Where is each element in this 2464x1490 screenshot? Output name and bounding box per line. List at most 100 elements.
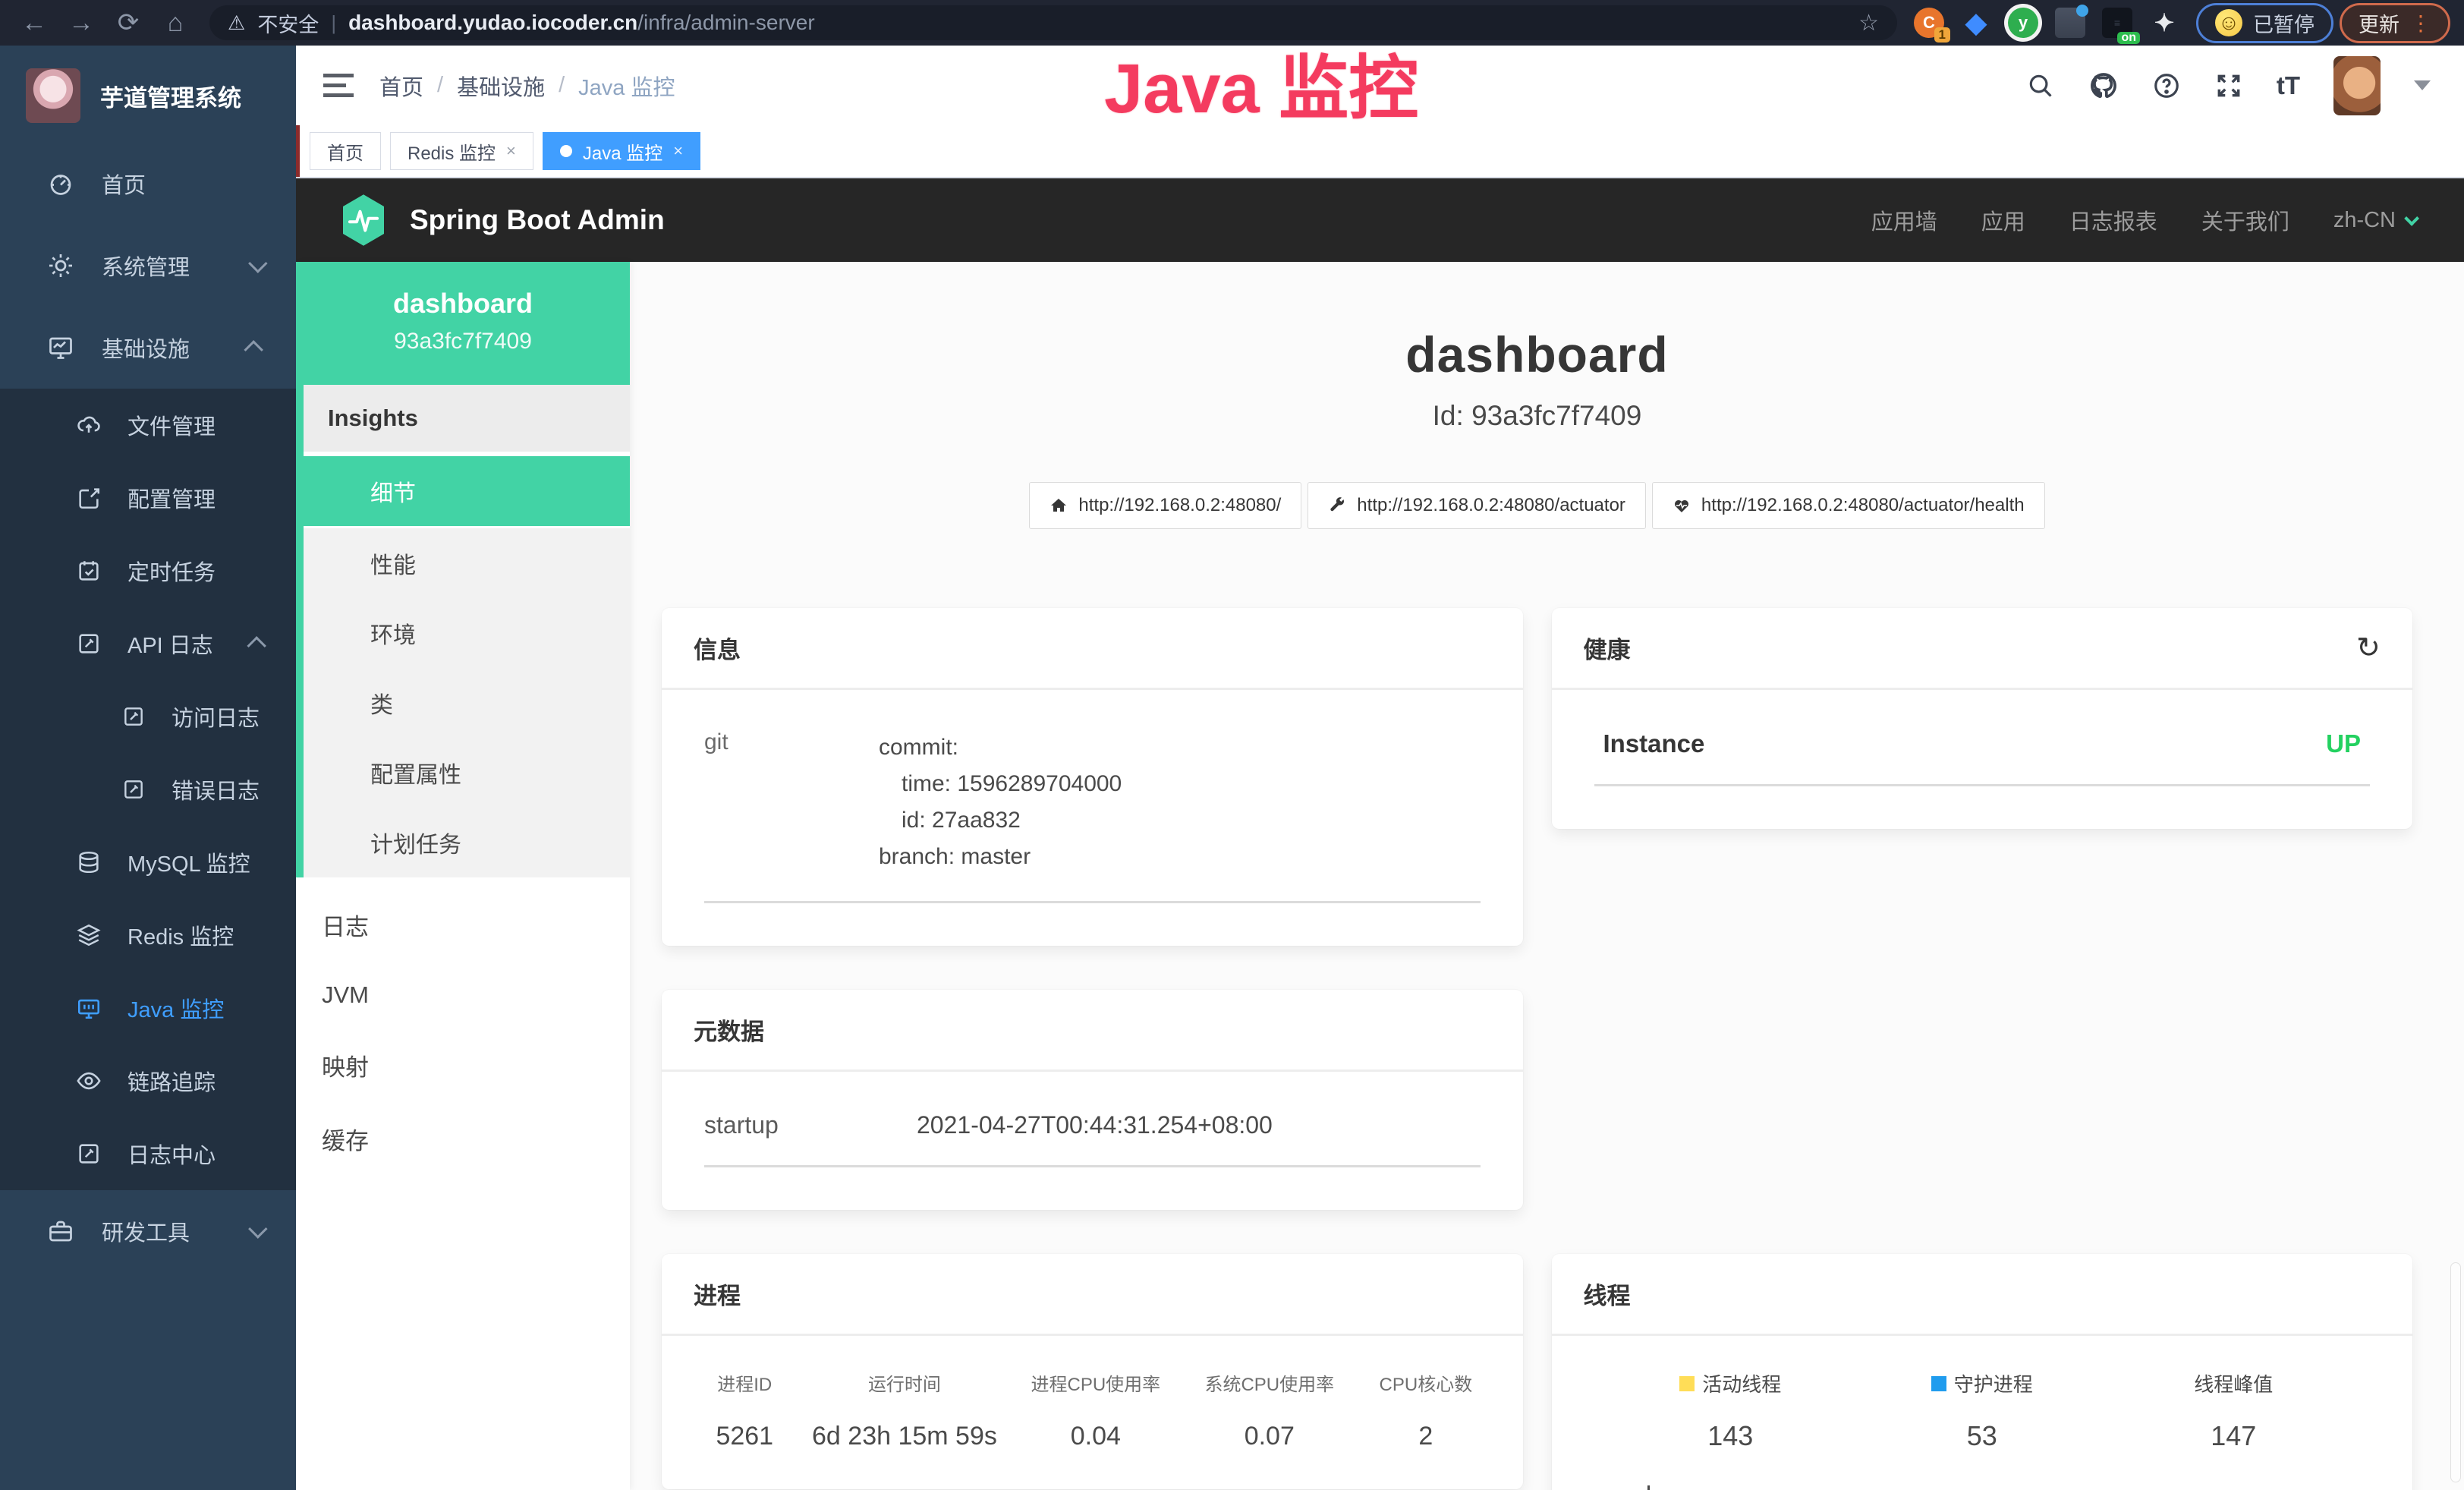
extension-list-icon[interactable]: ≡on (2102, 8, 2132, 38)
service-url-button[interactable]: http://192.168.0.2:48080/ (1029, 482, 1301, 529)
tab-label: Java 监控 (583, 138, 662, 165)
tab-close-icon[interactable]: × (673, 141, 683, 161)
browser-reload-icon[interactable]: ⟳ (108, 8, 149, 38)
font-size-icon[interactable]: tT (2277, 71, 2300, 100)
sidebar-item-label: 研发工具 (102, 1215, 190, 1247)
sidebar-item-trace[interactable]: 链路追踪 (0, 1044, 296, 1117)
sba-brand-title: Spring Boot Admin (410, 204, 665, 236)
user-menu-caret-icon[interactable] (2414, 80, 2431, 90)
help-icon[interactable] (2152, 71, 2181, 100)
extension-gem-icon[interactable]: ◆ (1961, 8, 1991, 38)
address-bar[interactable]: ⚠ 不安全 | dashboard.yudao.iocoder.cn/infra… (209, 5, 1897, 40)
sba-instance-header[interactable]: dashboard 93a3fc7f7409 (296, 262, 630, 385)
extension-y-icon[interactable]: y (2008, 8, 2038, 38)
blue-legend-swatch (1931, 1376, 1946, 1391)
process-card-title: 进程 (694, 1277, 741, 1311)
sba-nav-about[interactable]: 关于我们 (2201, 204, 2289, 236)
sidebar-item-label: 错误日志 (172, 773, 260, 805)
legend-daemon-threads: 守护进程 (1856, 1369, 2108, 1397)
sba-nav-wallboard[interactable]: 应用墙 (1871, 204, 1937, 236)
profile-paused-button[interactable]: ☺ 已暂停 (2196, 3, 2333, 43)
chrome-update-button[interactable]: 更新 ⋮ (2340, 3, 2450, 43)
smiley-avatar-icon: ☺ (2215, 9, 2242, 36)
info-card: 信息 git commit: time: 1596289704000 id: 2… (662, 608, 1523, 946)
sba-menu-mappings[interactable]: 映射 (296, 1029, 630, 1102)
info-key-git: git (704, 729, 879, 875)
chevron-down-icon (2404, 211, 2419, 226)
browser-home-icon[interactable]: ⌂ (155, 8, 196, 38)
legend-live-value: 143 (1605, 1420, 1857, 1452)
breadcrumb-home[interactable]: 首页 (379, 70, 423, 102)
tab-home[interactable]: 首页 (310, 132, 381, 170)
infra-submenu: 文件管理 配置管理 定时任务 API 日志 访问日志 (0, 389, 296, 1190)
sba-menu-metrics[interactable]: 性能 (304, 528, 630, 598)
health-card-title: 健康 (1584, 631, 1631, 665)
sba-nav-journal[interactable]: 日志报表 (2069, 204, 2157, 236)
puzzle-icon[interactable]: ✦ (2149, 8, 2179, 38)
sba-menu-caches[interactable]: 缓存 (296, 1102, 630, 1176)
sidebar-item-config-manage[interactable]: 配置管理 (0, 461, 296, 534)
breadcrumb-infra[interactable]: 基础设施 (457, 70, 545, 102)
sidebar-item-redis-monitor[interactable]: Redis 监控 (0, 899, 296, 972)
sidebar-item-cron-job[interactable]: 定时任务 (0, 534, 296, 607)
actuator-url-button[interactable]: http://192.168.0.2:48080/actuator (1308, 482, 1646, 529)
tab-java-monitor[interactable]: Java 监控 × (543, 132, 700, 170)
sidebar-item-label: 访问日志 (172, 701, 260, 732)
url-path: /infra/admin-server (637, 11, 814, 34)
browser-back-icon[interactable]: ← (14, 8, 55, 38)
legend-live-threads: 活动线程 (1605, 1369, 1857, 1397)
sba-instance-sidebar: dashboard 93a3fc7f7409 Insights 细节 性能 环境… (296, 262, 630, 1490)
tab-redis-monitor[interactable]: Redis 监控× (390, 132, 533, 170)
sba-language-select[interactable]: zh-CN (2333, 208, 2415, 233)
sidebar-item-error-log[interactable]: 错误日志 (0, 753, 296, 826)
sidebar-item-label: 基础设施 (102, 332, 190, 364)
process-header-sys-cpu: 系统CPU使用率 (1182, 1369, 1356, 1396)
sba-menu-classes[interactable]: 类 (304, 668, 630, 738)
browser-menu-icon[interactable]: ⋮ (2410, 11, 2431, 36)
tab-close-icon[interactable]: × (506, 141, 516, 161)
sba-nav-applications[interactable]: 应用 (1981, 204, 2025, 236)
cloud-upload-icon (76, 412, 102, 438)
sba-menu-config-props[interactable]: 配置属性 (304, 738, 630, 808)
sidebar-item-devtools[interactable]: 研发工具 (0, 1190, 296, 1272)
sidebar-item-label: Java 监控 (127, 992, 224, 1024)
page-url: dashboard.yudao.iocoder.cn/infra/admin-s… (348, 11, 815, 35)
sba-menu-environment[interactable]: 环境 (304, 598, 630, 668)
threads-card: 线程 活动线程 守护进程 线程峰值 143 53 147 1 (1552, 1254, 2413, 1490)
sidebar-item-mysql-monitor[interactable]: MySQL 监控 (0, 826, 296, 899)
browser-forward-icon[interactable]: → (61, 8, 102, 38)
health-url-button[interactable]: http://192.168.0.2:48080/actuator/health (1652, 482, 2045, 529)
sba-instance-id: 93a3fc7f7409 (304, 329, 622, 354)
sidebar-item-home[interactable]: 首页 (0, 143, 296, 225)
extension-grid-icon[interactable] (2055, 8, 2085, 38)
user-avatar[interactable] (2333, 56, 2381, 115)
page-scrollbar-thumb[interactable] (2450, 1262, 2461, 1482)
search-icon[interactable] (2026, 71, 2055, 100)
extension-c-icon[interactable]: C1 (1914, 8, 1944, 38)
bookmark-star-icon[interactable]: ☆ (1858, 10, 1879, 36)
ext-c-badge: 1 (1934, 27, 1950, 43)
github-icon[interactable] (2088, 71, 2119, 101)
sidebar-item-file-manage[interactable]: 文件管理 (0, 389, 296, 461)
sba-menu-logfile[interactable]: 日志 (296, 888, 630, 962)
sidebar-item-label: MySQL 监控 (127, 846, 250, 878)
breadcrumb-separator: / (437, 73, 443, 98)
sba-menu-jvm[interactable]: JVM (296, 962, 630, 1029)
sidebar-item-infra[interactable]: 基础设施 (0, 307, 296, 389)
sidebar-item-log-center[interactable]: 日志中心 (0, 1117, 296, 1190)
sidebar-item-api-log[interactable]: API 日志 (0, 607, 296, 680)
sidebar-item-java-monitor[interactable]: Java 监控 (0, 972, 296, 1044)
threads-card-title: 线程 (1584, 1277, 1631, 1311)
sidebar-item-system[interactable]: 系统管理 (0, 225, 296, 307)
sidebar-item-label: 定时任务 (127, 555, 216, 587)
url-domain: dashboard.yudao.iocoder.cn (348, 11, 637, 34)
service-url-label: http://192.168.0.2:48080/ (1078, 495, 1281, 516)
fullscreen-icon[interactable] (2214, 71, 2243, 100)
sidebar-item-access-log[interactable]: 访问日志 (0, 680, 296, 753)
layers-icon (76, 922, 102, 948)
sidebar-toggle-icon[interactable] (323, 74, 354, 97)
sba-menu-details[interactable]: 细节 (304, 454, 630, 528)
history-icon[interactable]: ↺ (2356, 631, 2381, 665)
sba-menu-scheduled-tasks[interactable]: 计划任务 (304, 808, 630, 877)
home-icon (1049, 496, 1068, 515)
